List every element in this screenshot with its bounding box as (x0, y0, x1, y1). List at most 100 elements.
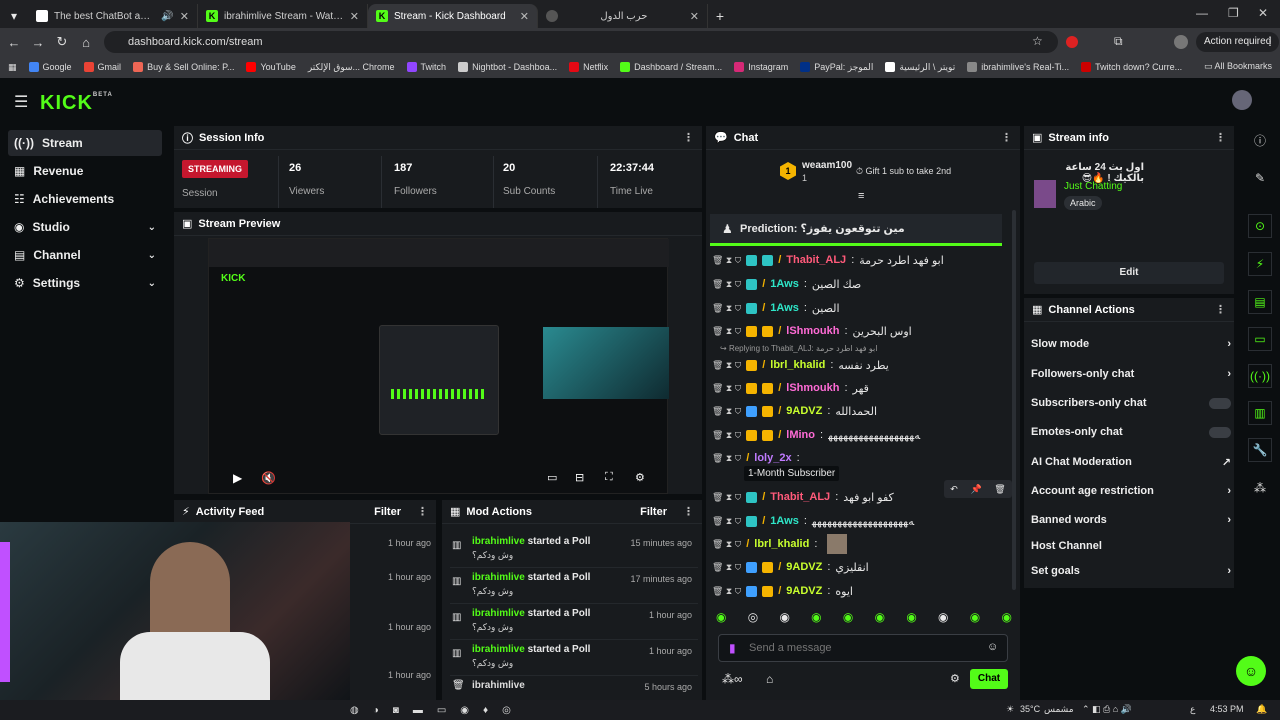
bookmark-item[interactable]: Dashboard / Stream... (620, 62, 722, 72)
bookmark-item[interactable]: Google (28, 62, 72, 72)
mod-quick-actions-icon[interactable]: 🗑 ⧗ ⛉ (712, 430, 741, 441)
chat-bubble-icon[interactable]: ▭ (1248, 327, 1272, 351)
emote-icon[interactable]: ◉ (779, 610, 789, 630)
chat-username[interactable]: lMino (786, 429, 815, 441)
more-options-icon[interactable]: ⋮ (1215, 131, 1226, 144)
mute-icon[interactable]: 🔇 (261, 471, 276, 485)
bookmark-item[interactable]: PayPal: الموجز (800, 62, 873, 73)
tray-icons[interactable]: ⌃ ◧ ⎙ ⌂ 🔊 (1082, 704, 1132, 715)
more-options-icon[interactable]: ⋮ (417, 505, 428, 518)
tab-war[interactable]: حرب الدول ✕ (538, 4, 708, 28)
filter-button[interactable]: Filter (640, 506, 667, 518)
bookmark-item[interactable]: YouTube (246, 62, 296, 72)
mod-quick-actions-icon[interactable]: 🗑 ⧗ ⛉ (712, 383, 741, 394)
emote-icon[interactable]: ◉ (970, 610, 980, 630)
sidebar-item-revenue[interactable]: ▦ Revenue (8, 158, 162, 184)
chat-username[interactable]: 9ADVZ (786, 561, 822, 573)
emote-icon[interactable]: ◉ (811, 610, 821, 630)
obs-icon[interactable]: ◎ (502, 705, 511, 716)
mod-quick-actions-icon[interactable]: 🗑 ⧗ ⛉ (712, 586, 741, 597)
prediction-banner[interactable]: ♟ Prediction: مين تتوقعون يفوز؟ (710, 214, 1002, 246)
set-goals-item[interactable]: Set goals › (1031, 560, 1231, 582)
extensions-puzzle-icon[interactable]: ⧉ (1114, 34, 1123, 49)
reload-icon[interactable]: ↻ (50, 34, 74, 50)
dots-cluster-icon[interactable]: ⁂ (1248, 476, 1272, 500)
emote-icon[interactable]: ◎ (748, 610, 758, 630)
wrench-icon[interactable]: 🔧 (1248, 438, 1272, 462)
sidebar-item-channel[interactable]: ▤ Channel ⌄ (8, 242, 162, 268)
tab-dashboard[interactable]: K Stream - Kick Dashboard ✕ (368, 4, 538, 28)
apps-grid-icon[interactable]: ▦ (8, 62, 17, 73)
chat-username[interactable]: lbrl_khalid (754, 538, 809, 550)
lightning-icon[interactable]: ⚡ (1248, 252, 1272, 276)
chat-message-input[interactable] (749, 639, 979, 657)
user-avatar[interactable] (1232, 90, 1252, 110)
close-tab-icon[interactable]: ✕ (180, 10, 189, 23)
close-window-icon[interactable]: ✕ (1258, 6, 1268, 20)
emote-icon[interactable]: ◉ (716, 610, 726, 630)
chat-username[interactable]: loly_2x (754, 452, 791, 464)
bookmark-item[interactable]: Instagram (734, 62, 788, 72)
chat-username[interactable]: 9ADVZ (786, 405, 822, 417)
tab-chatbot[interactable]: The best ChatBot and Widg🔊✕ (28, 4, 198, 28)
emoji-icon[interactable]: ☺ (987, 641, 998, 653)
app-icon[interactable]: ◑ (373, 705, 379, 716)
app-icon[interactable]: ▬ (413, 705, 423, 716)
chat-username[interactable]: Thabit_ALJ (786, 254, 846, 266)
edit-pencil-icon[interactable]: ✎ (1248, 166, 1272, 190)
broadcast-icon[interactable]: ((·)) (1248, 364, 1272, 388)
ai-moderation-item[interactable]: AI Chat Moderation ↗ (1031, 451, 1231, 473)
mod-tools-icon[interactable]: ⁂∞ (722, 672, 743, 686)
play-icon[interactable]: ▶ (233, 471, 242, 485)
sidebar-item-achievements[interactable]: ☷ Achievements (8, 186, 162, 212)
mod-quick-actions-icon[interactable]: 🗑 ⧗ ⛉ (712, 453, 741, 464)
category-name[interactable]: Just Chatting (1064, 181, 1122, 192)
forward-icon[interactable]: → (26, 35, 50, 50)
banned-words-item[interactable]: Banned words › (1031, 509, 1231, 531)
edge-icon[interactable]: ◍ (350, 705, 359, 716)
chat-username[interactable]: lShmoukh (786, 325, 839, 337)
chat-username[interactable]: 9ADVZ (786, 585, 822, 597)
fullscreen-icon[interactable]: ⛶ (605, 471, 613, 484)
mod-quick-actions-icon[interactable]: 🗑 ⧗ ⛉ (712, 539, 741, 550)
app-icon[interactable]: ♦ (483, 705, 488, 716)
close-tab-icon[interactable]: ✕ (690, 10, 699, 23)
minimize-icon[interactable]: — (1196, 6, 1208, 20)
sidebar-item-settings[interactable]: ⚙ Settings ⌄ (8, 270, 162, 296)
chat-username[interactable]: 1Aws (770, 515, 799, 527)
maximize-icon[interactable]: ❐ (1228, 6, 1239, 20)
bookmark-item[interactable]: Nightbot - Dashboa... (458, 62, 557, 72)
document-icon[interactable]: ▤ (1248, 290, 1272, 314)
chat-scrollbar[interactable] (1012, 210, 1016, 590)
chrome-icon[interactable]: ◉ (460, 705, 469, 716)
chat-settings-icon[interactable]: ⚙ (950, 672, 960, 685)
subscribers-only-toggle[interactable] (1209, 397, 1231, 409)
delete-icon[interactable]: 🗑 (994, 484, 1005, 495)
expand-icon[interactable]: ≡ (858, 190, 864, 202)
more-options-icon[interactable]: ⋮ (1001, 131, 1012, 144)
bookmark-star-icon[interactable]: ☆ (1032, 34, 1043, 48)
account-age-item[interactable]: Account age restriction › (1031, 480, 1231, 502)
bookmark-item[interactable]: Twitch down? Curre... (1081, 62, 1182, 72)
chat-username[interactable]: 1Aws (770, 278, 799, 290)
mod-quick-actions-icon[interactable]: 🗑 ⧗ ⛉ (712, 326, 741, 337)
emote-icon[interactable]: ◉ (875, 610, 885, 630)
tab-watch-live[interactable]: Kibrahimlive Stream - Watch Live✕ (198, 4, 368, 28)
tab-search-icon[interactable]: ▾ (0, 4, 28, 28)
emotes-only-toggle[interactable] (1209, 426, 1231, 438)
app-icon[interactable]: ▭ (437, 705, 446, 716)
chat-username[interactable]: 1Aws (770, 302, 799, 314)
language-indicator[interactable]: ع (1190, 704, 1195, 715)
chat-username[interactable]: Thabit_ALJ (770, 491, 830, 503)
notification-icon[interactable]: 🔔 (1256, 704, 1267, 715)
discord-icon[interactable]: ◙ (393, 705, 399, 716)
followers-only-item[interactable]: Followers-only chat › (1031, 363, 1231, 385)
mod-quick-actions-icon[interactable]: 🗑 ⧗ ⛉ (712, 279, 741, 290)
more-options-icon[interactable]: ⋮ (1215, 303, 1226, 316)
send-chat-button[interactable]: Chat (970, 669, 1008, 689)
mod-quick-actions-icon[interactable]: 🗑 ⧗ ⛉ (712, 562, 741, 573)
extension-icon[interactable] (1066, 36, 1078, 48)
theater-icon[interactable]: ▭ (547, 471, 557, 484)
hamburger-menu-icon[interactable]: ☰ (14, 92, 28, 112)
edit-button[interactable]: Edit (1034, 262, 1224, 284)
